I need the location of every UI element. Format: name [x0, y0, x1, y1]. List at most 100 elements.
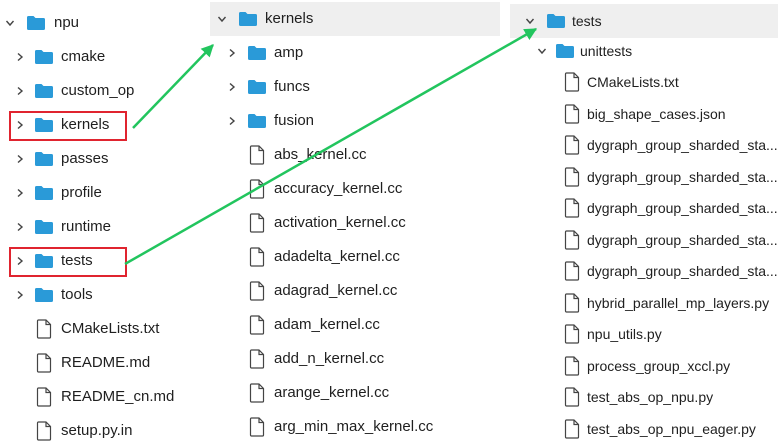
chevron-right-icon[interactable]: [14, 187, 26, 199]
file-item-test-abs-op-npu-py[interactable]: test_abs_op_npu.py: [510, 380, 778, 414]
file-item-dygraph-group-sharded-sta[interactable]: dygraph_group_sharded_sta...: [510, 254, 778, 288]
file-item-dygraph-group-sharded-sta[interactable]: dygraph_group_sharded_sta...: [510, 128, 778, 162]
folder-icon: [34, 47, 54, 67]
folder-item-passes[interactable]: passes: [0, 142, 210, 176]
chevron-down-icon[interactable]: [536, 45, 548, 57]
file-icon: [247, 417, 267, 437]
file-item-cmakelists-txt[interactable]: CMakeLists.txt: [0, 312, 210, 346]
file-item-dygraph-group-sharded-sta[interactable]: dygraph_group_sharded_sta...: [510, 160, 778, 194]
folder-item-npu[interactable]: npu: [0, 6, 210, 40]
folder-icon: [247, 77, 267, 97]
file-item-arg-min-max-kernel-cc[interactable]: arg_min_max_kernel.cc: [210, 410, 500, 444]
chevron-down-icon[interactable]: [524, 15, 536, 27]
item-label: runtime: [61, 218, 112, 235]
file-item-test-abs-op-npu-eager-py[interactable]: test_abs_op_npu_eager.py: [510, 412, 778, 446]
file-item-dygraph-group-sharded-sta[interactable]: dygraph_group_sharded_sta...: [510, 223, 778, 257]
file-icon: [247, 179, 267, 199]
item-label: CMakeLists.txt: [587, 74, 679, 90]
item-label: test_abs_op_npu.py: [587, 389, 714, 405]
folder-icon: [34, 149, 54, 169]
file-icon: [562, 103, 582, 124]
item-label: accuracy_kernel.cc: [274, 180, 403, 197]
item-label: big_shape_cases.json: [587, 105, 726, 122]
file-item-process-group-xccl-py[interactable]: process_group_xccl.py: [510, 349, 778, 383]
file-icon: [247, 213, 267, 233]
file-item-setup-py-in[interactable]: setup.py.in: [0, 414, 210, 447]
item-label: activation_kernel.cc: [274, 214, 406, 231]
chevron-right-icon[interactable]: [14, 85, 26, 97]
item-label: adagrad_kernel.cc: [274, 282, 398, 299]
folder-icon: [34, 285, 54, 305]
item-label: unittests: [580, 43, 633, 59]
file-icon: [562, 198, 582, 218]
file-item-adagrad-kernel-cc[interactable]: adagrad_kernel.cc: [210, 274, 500, 308]
file-icon: [562, 292, 582, 313]
highlight-box: [9, 247, 127, 277]
folder-item-fusion[interactable]: fusion: [210, 104, 500, 138]
chevron-right-icon[interactable]: [14, 289, 26, 301]
file-icon: [247, 383, 267, 403]
item-label: profile: [61, 184, 102, 201]
file-item-adadelta-kernel-cc[interactable]: adadelta_kernel.cc: [210, 240, 500, 274]
file-icon: [34, 353, 54, 373]
chevron-right-icon[interactable]: [14, 221, 26, 233]
item-label: README.md: [61, 354, 151, 371]
item-label: adadelta_kernel.cc: [274, 248, 400, 265]
file-item-big-shape-cases-json[interactable]: big_shape_cases.json: [510, 97, 778, 131]
folder-item-tests[interactable]: tests: [510, 4, 778, 38]
chevron-right-icon[interactable]: [14, 153, 26, 165]
item-label: npu: [54, 14, 80, 31]
folder-item-cmake[interactable]: cmake: [0, 40, 210, 74]
item-label: dygraph_group_sharded_sta...: [587, 168, 778, 185]
folder-icon: [34, 183, 54, 203]
file-icon: [247, 281, 267, 301]
item-label: cmake: [61, 48, 106, 65]
item-label: hybrid_parallel_mp_layers.py: [587, 294, 770, 311]
file-item-readme-cn-md[interactable]: README_cn.md: [0, 380, 210, 414]
item-label: dygraph_group_sharded_sta...: [587, 231, 778, 248]
folder-icon: [247, 43, 267, 63]
file-icon: [247, 315, 267, 335]
kernels-file-tree-panel: kernels amp funcs fusion abs_kernel.ccaccura…: [210, 0, 500, 447]
item-label: custom_op: [61, 82, 135, 99]
file-item-activation-kernel-cc[interactable]: activation_kernel.cc: [210, 206, 500, 240]
file-item-npu-utils-py[interactable]: npu_utils.py: [510, 317, 778, 351]
chevron-right-icon[interactable]: [14, 51, 26, 63]
file-item-add-n-kernel-cc[interactable]: add_n_kernel.cc: [210, 342, 500, 376]
tests-file-tree-panel: tests unittests CMakeLists.txt big_shape_ca…: [510, 0, 778, 447]
file-icon: [247, 145, 267, 165]
folder-item-profile[interactable]: profile: [0, 176, 210, 210]
file-item-abs-kernel-cc[interactable]: abs_kernel.cc: [210, 138, 500, 172]
file-icon: [34, 319, 54, 339]
folder-icon: [546, 11, 566, 31]
item-label: passes: [61, 150, 109, 167]
file-icon: [562, 72, 582, 92]
file-icon: [247, 247, 267, 267]
file-item-readme-md[interactable]: README.md: [0, 346, 210, 380]
folder-item-funcs[interactable]: funcs: [210, 70, 500, 104]
item-label: add_n_kernel.cc: [274, 350, 385, 367]
item-label: test_abs_op_npu_eager.py: [587, 420, 756, 437]
folder-item-tools[interactable]: tools: [0, 278, 210, 312]
file-item-accuracy-kernel-cc[interactable]: accuracy_kernel.cc: [210, 172, 500, 206]
file-icon: [562, 324, 582, 344]
chevron-down-icon[interactable]: [216, 13, 228, 25]
folder-item-custom-op[interactable]: custom_op: [0, 74, 210, 108]
file-item-arange-kernel-cc[interactable]: arange_kernel.cc: [210, 376, 500, 410]
folder-item-unittests[interactable]: unittests: [510, 34, 778, 68]
chevron-down-icon[interactable]: [4, 17, 16, 29]
chevron-right-icon[interactable]: [226, 47, 238, 59]
file-item-adam-kernel-cc[interactable]: adam_kernel.cc: [210, 308, 500, 342]
file-item-cmakelists-txt[interactable]: CMakeLists.txt: [510, 65, 778, 99]
chevron-right-icon[interactable]: [226, 81, 238, 93]
folder-item-kernels[interactable]: kernels: [210, 2, 500, 36]
item-label: funcs: [274, 78, 310, 95]
item-label: CMakeLists.txt: [61, 320, 160, 337]
chevron-right-icon[interactable]: [226, 115, 238, 127]
file-icon: [562, 261, 582, 281]
file-icon: [562, 355, 582, 376]
folder-item-amp[interactable]: amp: [210, 36, 500, 70]
folder-item-runtime[interactable]: runtime: [0, 210, 210, 244]
file-item-hybrid-parallel-mp-layers-py[interactable]: hybrid_parallel_mp_layers.py: [510, 286, 778, 320]
file-item-dygraph-group-sharded-sta[interactable]: dygraph_group_sharded_sta...: [510, 191, 778, 225]
